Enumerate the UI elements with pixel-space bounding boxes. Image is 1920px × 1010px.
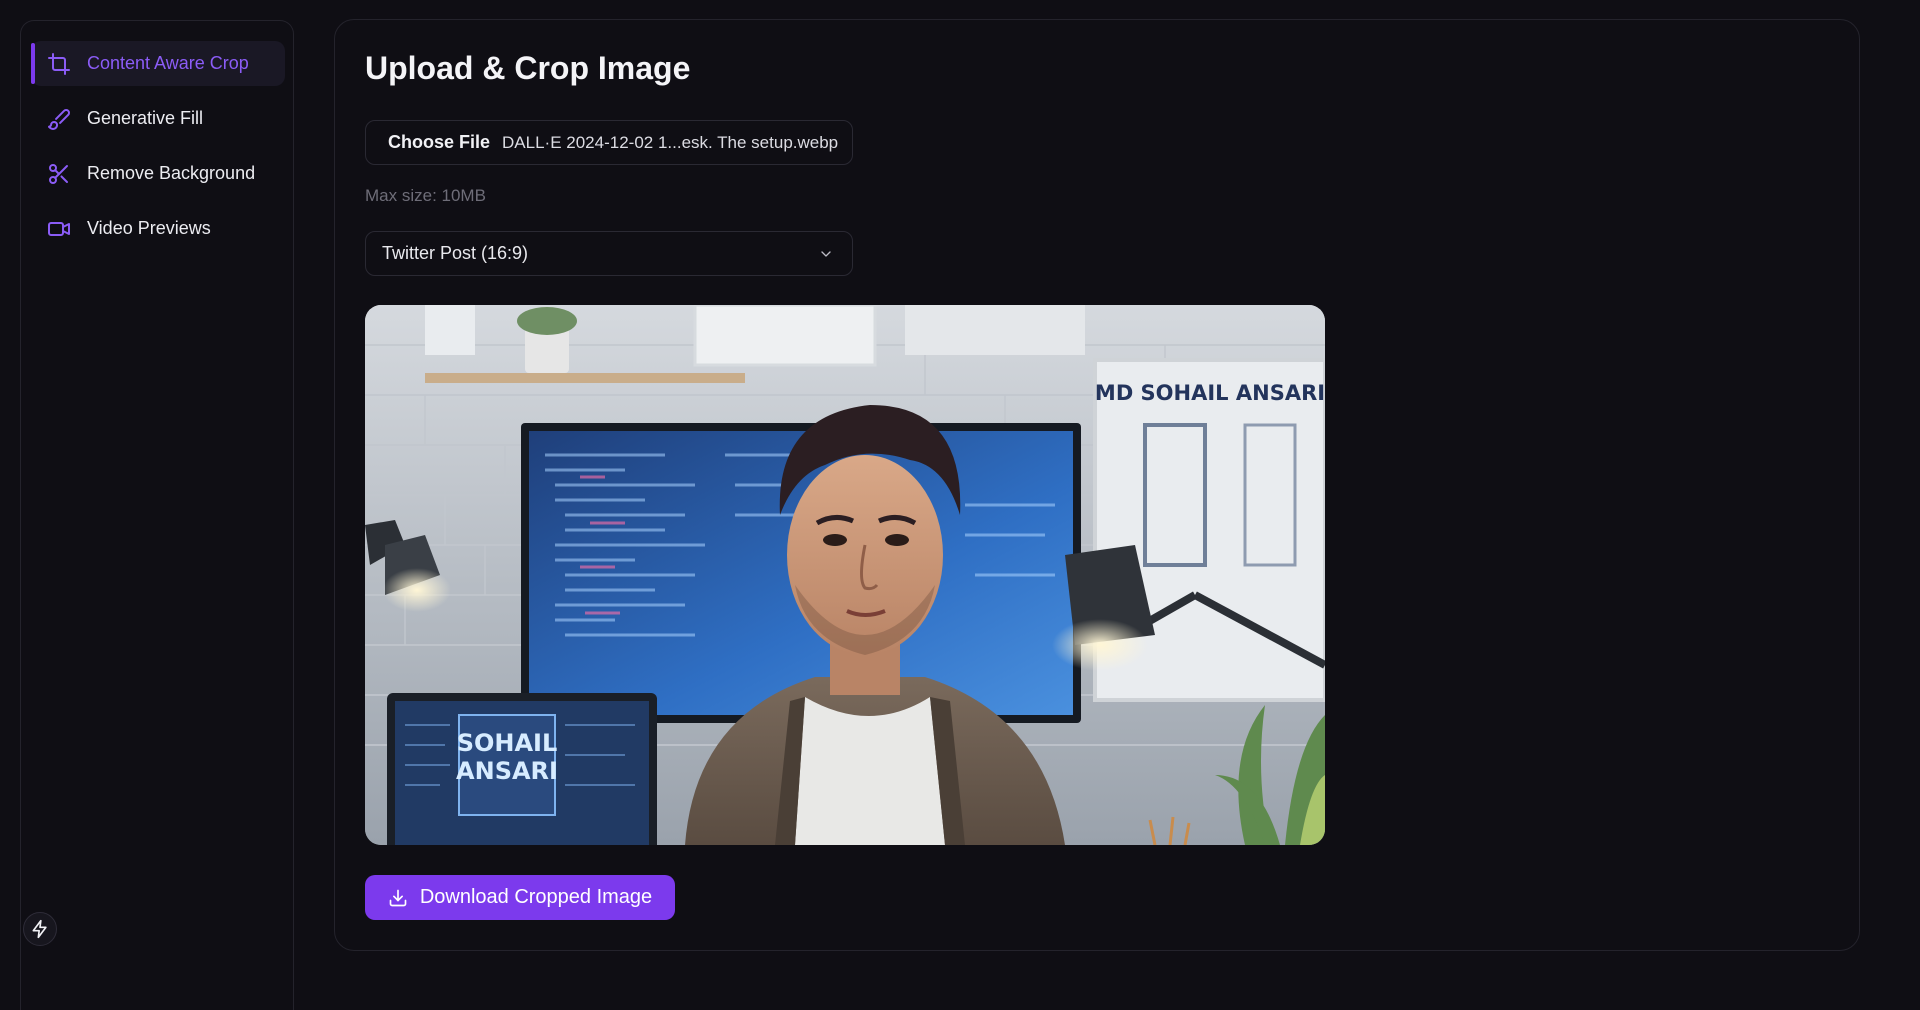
poster-text: MD SOHAIL ANSARI	[1095, 381, 1325, 405]
laptop-text-line1: SOHAIL	[457, 729, 558, 757]
sidebar-item-content-aware-crop[interactable]: Content Aware Crop	[31, 41, 285, 86]
laptop-text-line2: ANSARI	[456, 757, 558, 785]
sidebar-item-remove-background[interactable]: Remove Background	[31, 151, 285, 196]
download-icon	[388, 888, 420, 908]
main-card: Upload & Crop Image Choose File DALL·E 2…	[334, 19, 1860, 951]
sidebar-item-generative-fill[interactable]: Generative Fill	[31, 96, 285, 141]
max-size-hint: Max size: 10MB	[365, 186, 486, 205]
format-select[interactable]: Twitter Post (16:9)	[365, 231, 853, 276]
format-select-value: Twitter Post (16:9)	[382, 243, 529, 263]
sidebar-item-label: Generative Fill	[87, 108, 204, 128]
file-input[interactable]: Choose File DALL·E 2024-12-02 1...esk. T…	[365, 120, 853, 165]
page-title: Upload & Crop Image	[365, 50, 691, 86]
sidebar-nav: Content Aware Crop Generative Fill Remov…	[31, 41, 285, 261]
sidebar-item-label: Remove Background	[87, 163, 256, 183]
download-cropped-image-button[interactable]: Download Cropped Image	[365, 875, 675, 920]
sidebar: Content Aware Crop Generative Fill Remov…	[20, 20, 294, 1010]
sidebar-item-label: Content Aware Crop	[87, 53, 249, 73]
choose-file-button[interactable]: Choose File	[388, 132, 490, 153]
chevron-down-icon	[818, 246, 834, 262]
selected-file-name: DALL·E 2024-12-02 1...esk. The setup.web…	[502, 132, 839, 152]
bolt-button[interactable]	[23, 912, 57, 946]
video-icon	[47, 217, 71, 241]
bolt-icon	[30, 919, 50, 939]
brush-icon	[47, 107, 71, 131]
sidebar-item-video-previews[interactable]: Video Previews	[31, 206, 285, 251]
sidebar-item-label: Video Previews	[87, 218, 211, 238]
image-preview: MD SOHAIL ANSARI SOHAIL ANSARI	[365, 305, 1325, 845]
crop-icon	[47, 52, 71, 76]
scissors-icon	[47, 162, 71, 186]
download-button-label: Download Cropped Image	[419, 886, 653, 908]
preview-illustration: MD SOHAIL ANSARI SOHAIL ANSARI	[365, 305, 1325, 845]
